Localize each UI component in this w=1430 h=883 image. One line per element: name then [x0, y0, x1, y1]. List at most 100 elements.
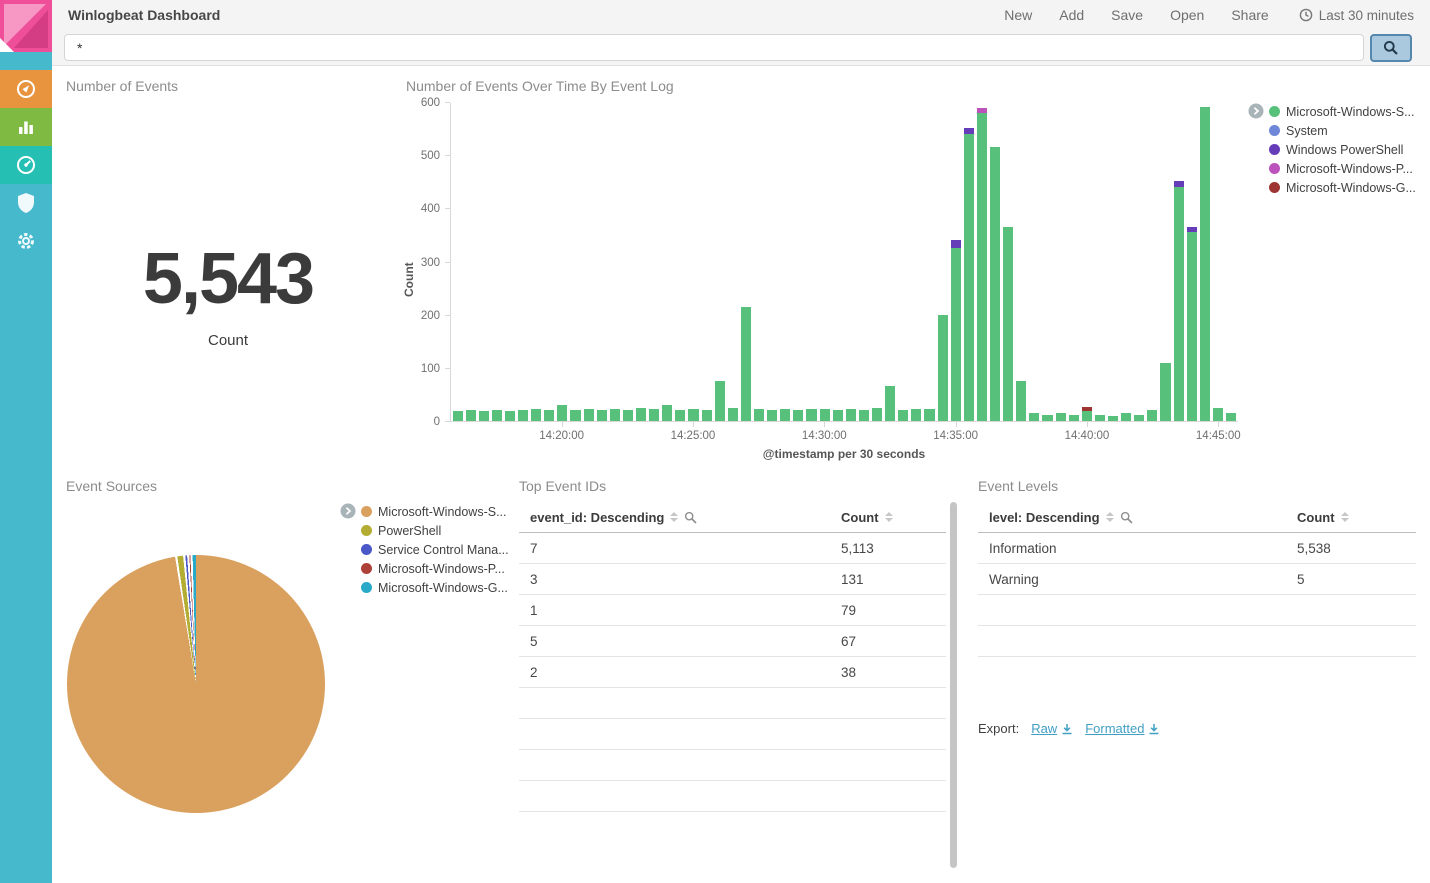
bar-segment[interactable] [675, 410, 685, 421]
sidebar-item-dashboard[interactable] [0, 146, 52, 184]
bar-segment[interactable] [1226, 413, 1236, 421]
column-header[interactable]: Count [841, 510, 946, 525]
sidebar-item-discover[interactable] [0, 70, 52, 108]
bar-segment[interactable] [1187, 232, 1197, 421]
bar-segment[interactable] [597, 410, 607, 421]
bar-segment[interactable] [754, 409, 764, 421]
table-row[interactable]: 567 [519, 626, 946, 657]
bar-segment[interactable] [492, 410, 502, 421]
export-raw-link[interactable]: Raw [1031, 721, 1073, 736]
time-filter[interactable]: Last 30 minutes [1299, 8, 1414, 23]
bar-segment[interactable] [649, 409, 659, 421]
table-row[interactable]: Information5,538 [978, 533, 1416, 564]
column-header[interactable]: Count [1297, 510, 1416, 525]
bar-segment[interactable] [1095, 415, 1105, 421]
bar-segment[interactable] [924, 409, 934, 421]
kibana-logo[interactable] [0, 0, 52, 52]
bar-segment[interactable] [846, 409, 856, 421]
bar-segment[interactable] [1082, 411, 1092, 421]
bar-segment[interactable] [702, 410, 712, 421]
bar-segment[interactable] [741, 307, 751, 421]
sort-icon[interactable] [885, 512, 893, 522]
menu-item-add[interactable]: Add [1059, 7, 1084, 23]
table-row[interactable]: 75,113 [519, 533, 946, 564]
bar-segment[interactable] [898, 410, 908, 421]
sort-icon[interactable] [1106, 512, 1114, 522]
bar-segment[interactable] [466, 410, 476, 421]
bar-segment[interactable] [911, 409, 921, 421]
bar-segment[interactable] [518, 410, 528, 421]
bar-segment[interactable] [1160, 363, 1170, 422]
export-formatted-link[interactable]: Formatted [1085, 721, 1160, 736]
bar-segment[interactable] [793, 410, 803, 421]
table-row[interactable]: 238 [519, 657, 946, 688]
bar-segment[interactable] [767, 410, 777, 421]
legend-item[interactable]: PowerShell [361, 521, 509, 540]
bar-segment[interactable] [1200, 107, 1210, 421]
bar-segment[interactable] [1056, 413, 1066, 421]
legend-item[interactable]: Microsoft-Windows-G... [1269, 178, 1416, 197]
column-header[interactable]: level: Descending [978, 510, 1297, 525]
bar-segment[interactable] [1108, 416, 1118, 421]
bar-segment[interactable] [780, 409, 790, 421]
legend-toggle-chevron-icon[interactable] [340, 503, 356, 524]
legend-item[interactable]: Microsoft-Windows-P... [1269, 159, 1416, 178]
bar-segment[interactable] [1174, 187, 1184, 421]
bar-segment[interactable] [479, 411, 489, 421]
legend-item[interactable]: Microsoft-Windows-G... [361, 578, 509, 597]
bar-segment[interactable] [1134, 415, 1144, 421]
legend-item[interactable]: Microsoft-Windows-P... [361, 559, 509, 578]
bar-segment[interactable] [938, 315, 948, 421]
sidebar-item-visualize[interactable] [0, 108, 52, 146]
sidebar-item-dev-tools[interactable] [0, 184, 52, 222]
bar-segment[interactable] [570, 410, 580, 421]
bar-segment[interactable] [885, 386, 895, 421]
bar-segment[interactable] [1042, 415, 1052, 421]
bar-segment[interactable] [531, 409, 541, 421]
bar-segment[interactable] [728, 408, 738, 421]
bar-segment[interactable] [833, 410, 843, 421]
bar-segment[interactable] [1213, 408, 1223, 421]
bar-segment[interactable] [1016, 381, 1026, 421]
bar-segment[interactable] [557, 405, 567, 421]
bar-segment[interactable] [820, 409, 830, 421]
legend-item[interactable]: Windows PowerShell [1269, 140, 1416, 159]
bar-segment[interactable] [859, 410, 869, 421]
table-row[interactable]: Warning5 [978, 564, 1416, 595]
bar-segment[interactable] [951, 240, 961, 248]
bar-segment[interactable] [544, 410, 554, 421]
column-header[interactable]: event_id: Descending [519, 510, 841, 525]
table-row[interactable]: 179 [519, 595, 946, 626]
bar-segment[interactable] [872, 408, 882, 421]
legend-item[interactable]: System [1269, 121, 1416, 140]
bar-segment[interactable] [688, 409, 698, 421]
magnify-icon[interactable] [684, 511, 697, 524]
menu-item-share[interactable]: Share [1231, 7, 1268, 23]
magnify-icon[interactable] [1120, 511, 1133, 524]
sort-icon[interactable] [1341, 512, 1349, 522]
search-input[interactable] [64, 34, 1364, 61]
sidebar-item-management[interactable] [0, 222, 52, 260]
bar-segment[interactable] [636, 408, 646, 421]
bar-segment[interactable] [1029, 413, 1039, 421]
search-submit-button[interactable] [1370, 34, 1412, 62]
menu-item-open[interactable]: Open [1170, 7, 1204, 23]
pie-chart[interactable] [67, 555, 325, 813]
legend-item[interactable]: Microsoft-Windows-S... [1269, 102, 1416, 121]
sort-icon[interactable] [670, 512, 678, 522]
legend-item[interactable]: Service Control Mana... [361, 540, 509, 559]
bar-segment[interactable] [951, 248, 961, 421]
bar-segment[interactable] [453, 411, 463, 421]
bar-segment[interactable] [1069, 415, 1079, 421]
legend-toggle-chevron-icon[interactable] [1248, 103, 1264, 124]
bar-segment[interactable] [584, 409, 594, 421]
bar-segment[interactable] [1147, 410, 1157, 421]
bar-segment[interactable] [715, 381, 725, 421]
table-scrollbar[interactable] [950, 502, 957, 868]
bar-segment[interactable] [623, 410, 633, 421]
bar-segment[interactable] [964, 134, 974, 421]
bar-segment[interactable] [610, 409, 620, 421]
table-row[interactable]: 3131 [519, 564, 946, 595]
bar-segment[interactable] [1121, 413, 1131, 421]
menu-item-new[interactable]: New [1004, 7, 1032, 23]
